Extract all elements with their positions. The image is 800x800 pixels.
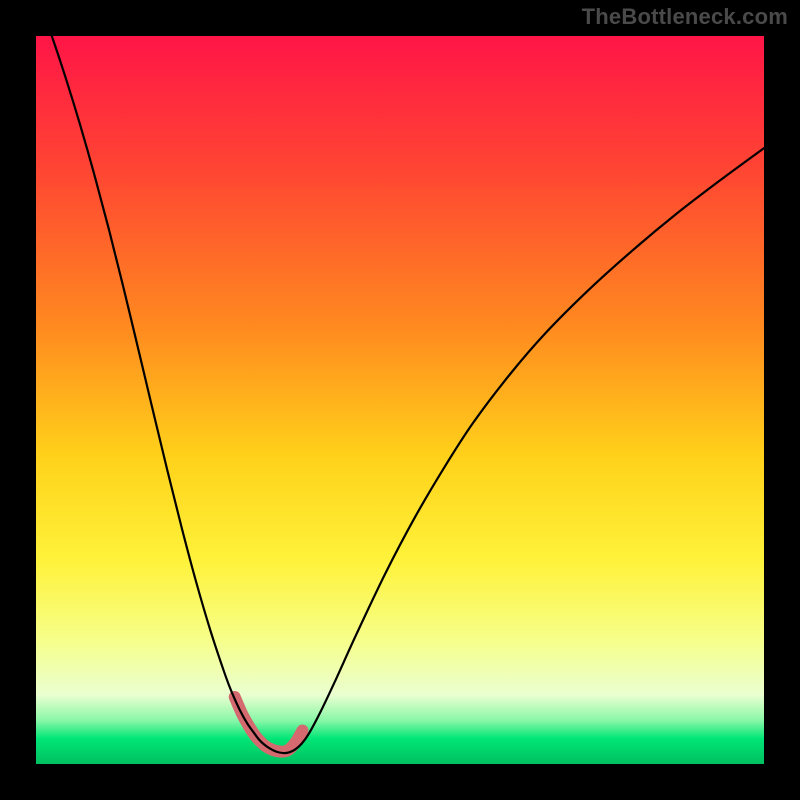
- bottleneck-chart: [0, 0, 800, 800]
- plot-background: [36, 36, 764, 764]
- chart-stage: TheBottleneck.com: [0, 0, 800, 800]
